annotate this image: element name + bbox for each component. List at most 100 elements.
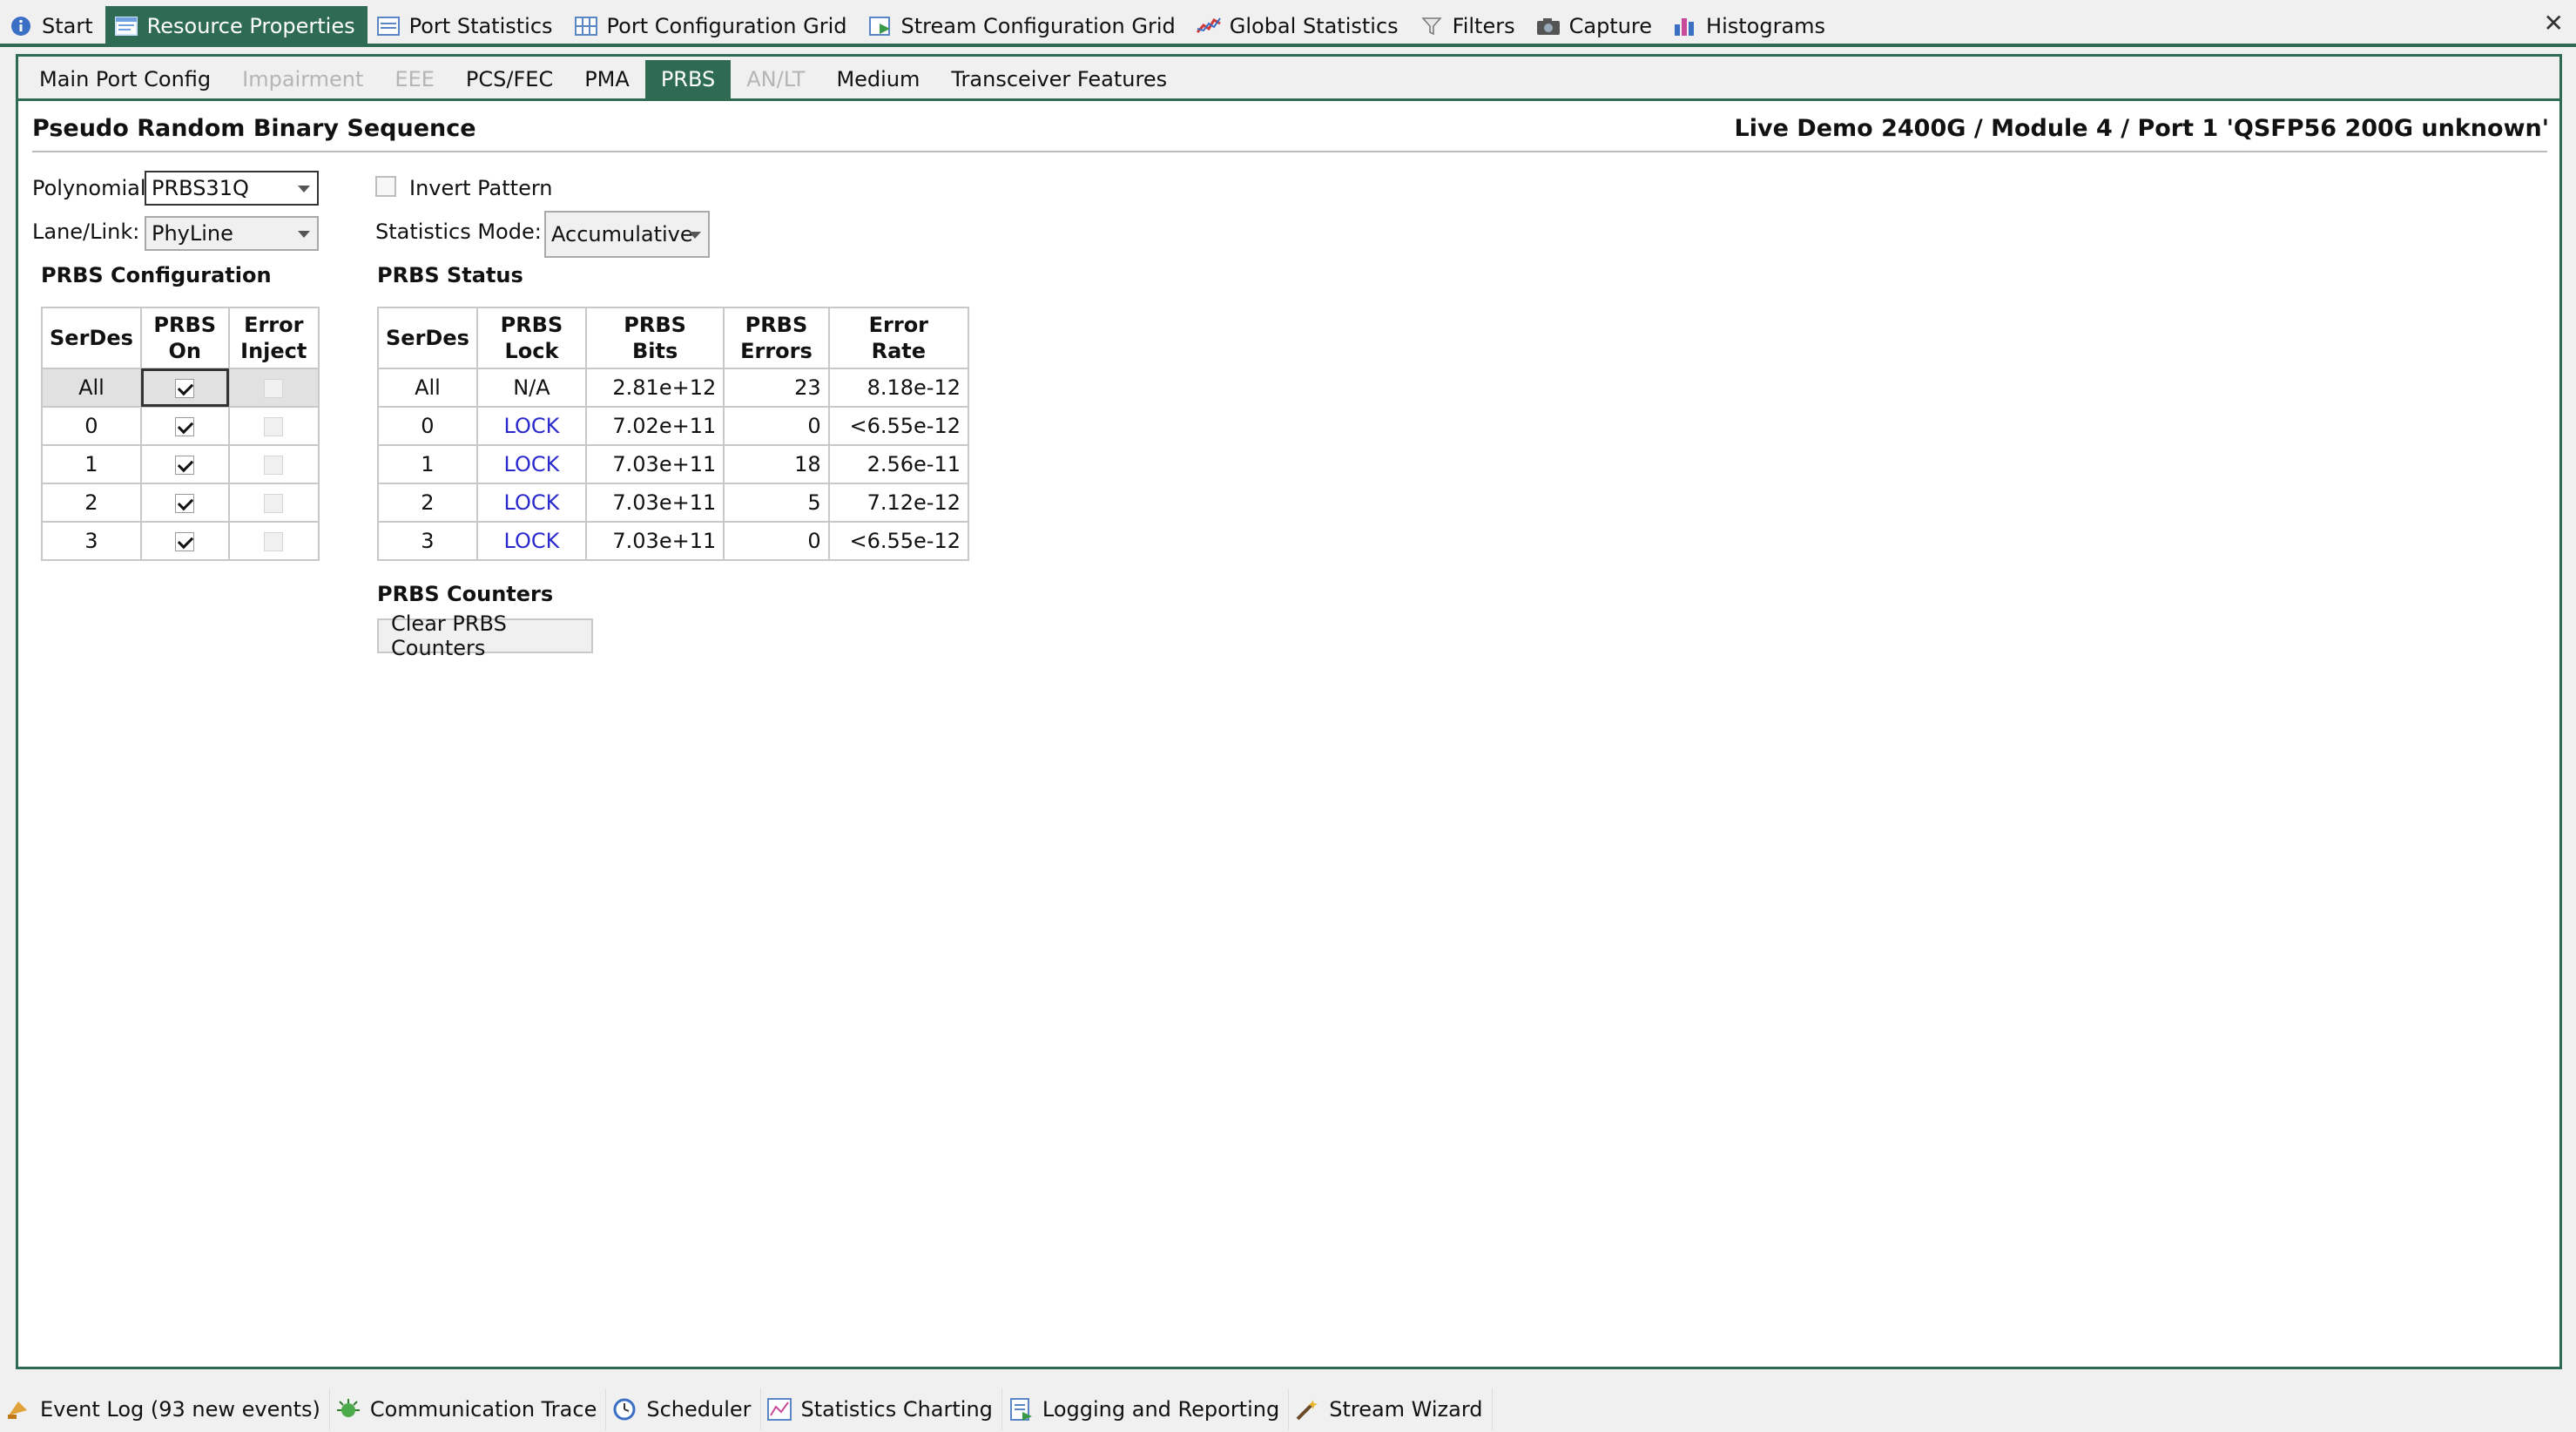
serdes-cell: 1 [41, 444, 142, 484]
close-icon[interactable]: ✕ [2544, 9, 2564, 37]
tab-transceiver-features[interactable]: Transceiver Features [935, 60, 1183, 98]
error-inject-checkbox [264, 379, 284, 398]
serdes-cell: 0 [41, 406, 142, 446]
logging-icon [1008, 1397, 1034, 1422]
error-inject-cell [227, 444, 320, 484]
error-inject-cell [227, 521, 320, 561]
prbs-on-checkbox[interactable] [175, 494, 195, 513]
error-rate-cell: 8.18e-12 [827, 368, 970, 408]
polynomial-label: Polynomial: [32, 176, 153, 200]
col-serdes-header: SerDes [377, 307, 478, 369]
tab-stream-wizard[interactable]: Stream Wizard [1289, 1388, 1493, 1430]
table-row: 1 LOCK 7.03e+11 18 2.56e-11 [377, 444, 970, 484]
table-row: 2 LOCK 7.03e+11 5 7.12e-12 [377, 483, 970, 523]
col-prbs-bits-header: PRBS Bits [584, 307, 725, 369]
tab-pma[interactable]: PMA [569, 60, 645, 98]
tab-global-statistics[interactable]: Global Statistics [1188, 6, 1411, 46]
bits-cell: 7.03e+11 [584, 521, 725, 561]
page-title: Pseudo Random Binary Sequence [32, 115, 476, 142]
tab-histograms[interactable]: Histograms [1664, 6, 1838, 46]
tab-label: Histograms [1706, 14, 1826, 38]
prbs-on-checkbox[interactable] [175, 532, 195, 551]
prbs-on-cell[interactable] [139, 406, 230, 446]
lock-cell: LOCK [475, 483, 588, 523]
invert-pattern-label: Invert Pattern [409, 176, 553, 200]
tab-resource-properties[interactable]: Resource Properties [105, 6, 368, 46]
tab-communication-trace[interactable]: Communication Trace [330, 1388, 607, 1430]
tab-prbs[interactable]: PRBS [644, 60, 732, 98]
chevron-down-icon [298, 231, 310, 238]
tab-label: Resource Properties [146, 14, 355, 38]
prbs-on-cell[interactable] [139, 368, 230, 408]
bits-cell: 2.81e+12 [584, 368, 725, 408]
tab-start[interactable]: Start [0, 6, 105, 46]
tab-stream-configuration-grid[interactable]: Stream Configuration Grid [860, 6, 1188, 46]
tab-scheduler[interactable]: Scheduler [606, 1388, 761, 1430]
errors-cell: 5 [723, 483, 830, 523]
tab-label: Stream Configuration Grid [900, 14, 1176, 38]
tab-medium[interactable]: Medium [820, 60, 935, 98]
tab-label: Global Statistics [1229, 14, 1399, 38]
serdes-cell: 2 [41, 483, 142, 523]
statistics-mode-value: Accumulative [551, 222, 693, 247]
errors-cell: 0 [723, 521, 830, 561]
errors-cell: 0 [723, 406, 830, 446]
clear-prbs-counters-button[interactable]: Clear PRBS Counters [377, 611, 593, 660]
col-error-rate-header: Error Rate [827, 307, 970, 369]
prbs-on-checkbox[interactable] [175, 456, 195, 475]
tab-filters[interactable]: Filters [1411, 6, 1527, 46]
tab-port-statistics[interactable]: Port Statistics [368, 6, 565, 46]
error-inject-cell [227, 483, 320, 523]
serdes-cell: 3 [377, 521, 478, 561]
col-prbs-on-header: PRBS On [139, 307, 230, 369]
tab-label: Port Statistics [408, 14, 553, 38]
lock-cell: LOCK [475, 406, 588, 446]
error-rate-cell: <6.55e-12 [827, 521, 970, 561]
tab-statistics-charting[interactable]: Statistics Charting [761, 1388, 1002, 1430]
statistics-mode-select[interactable]: Accumulative [544, 211, 710, 258]
serdes-cell: All [377, 368, 478, 408]
statistics-table-icon [376, 15, 401, 37]
event-log-icon [5, 1397, 31, 1422]
col-prbs-lock-header: PRBS Lock [475, 307, 588, 369]
tab-impairment: Impairment [242, 67, 364, 91]
prbs-on-cell[interactable] [139, 444, 230, 484]
prbs-on-cell[interactable] [139, 483, 230, 523]
tab-port-configuration-grid[interactable]: Port Configuration Grid [565, 6, 860, 46]
table-row: All N/A 2.81e+12 23 8.18e-12 [377, 368, 970, 408]
lane-link-select[interactable]: PhyLine [145, 216, 319, 251]
tab-event-log[interactable]: Event Log (93 new events) [0, 1388, 330, 1430]
prbs-on-checkbox[interactable] [175, 379, 195, 398]
polynomial-select[interactable]: PRBS31Q [145, 171, 319, 206]
communication-trace-icon [335, 1397, 361, 1422]
properties-icon [114, 15, 138, 37]
statistics-chart-icon [766, 1397, 792, 1422]
table-row: 0 LOCK 7.02e+11 0 <6.55e-12 [377, 406, 970, 446]
tab-label: Scheduler [646, 1397, 752, 1422]
bits-cell: 7.03e+11 [584, 444, 725, 484]
serdes-cell: 1 [377, 444, 478, 484]
tab-capture[interactable]: Capture [1527, 6, 1664, 46]
col-error-inject-header: Error Inject [227, 307, 320, 369]
scheduler-icon [611, 1397, 637, 1422]
table-row: 1 [41, 444, 320, 484]
bits-cell: 7.03e+11 [584, 483, 725, 523]
col-serdes-header: SerDes [41, 307, 142, 369]
bar-chart-icon [1673, 15, 1697, 37]
invert-pattern-checkbox[interactable] [375, 176, 396, 197]
lock-cell: LOCK [475, 444, 588, 484]
error-inject-checkbox [264, 494, 284, 513]
tab-label: Filters [1452, 14, 1515, 38]
error-inject-checkbox [264, 417, 284, 436]
tab-pcs-fec[interactable]: PCS/FEC [450, 60, 569, 98]
line-chart-icon [1196, 15, 1221, 37]
prbs-status-heading: PRBS Status [377, 263, 523, 287]
error-inject-checkbox [264, 456, 284, 475]
table-row: 3 LOCK 7.03e+11 0 <6.55e-12 [377, 521, 970, 561]
prbs-on-checkbox[interactable] [175, 417, 195, 436]
tab-logging-and-reporting[interactable]: Logging and Reporting [1002, 1388, 1290, 1430]
error-rate-cell: <6.55e-12 [827, 406, 970, 446]
error-inject-checkbox [264, 532, 284, 551]
tab-main-port-config[interactable]: Main Port Config [24, 60, 226, 98]
prbs-on-cell[interactable] [139, 521, 230, 561]
